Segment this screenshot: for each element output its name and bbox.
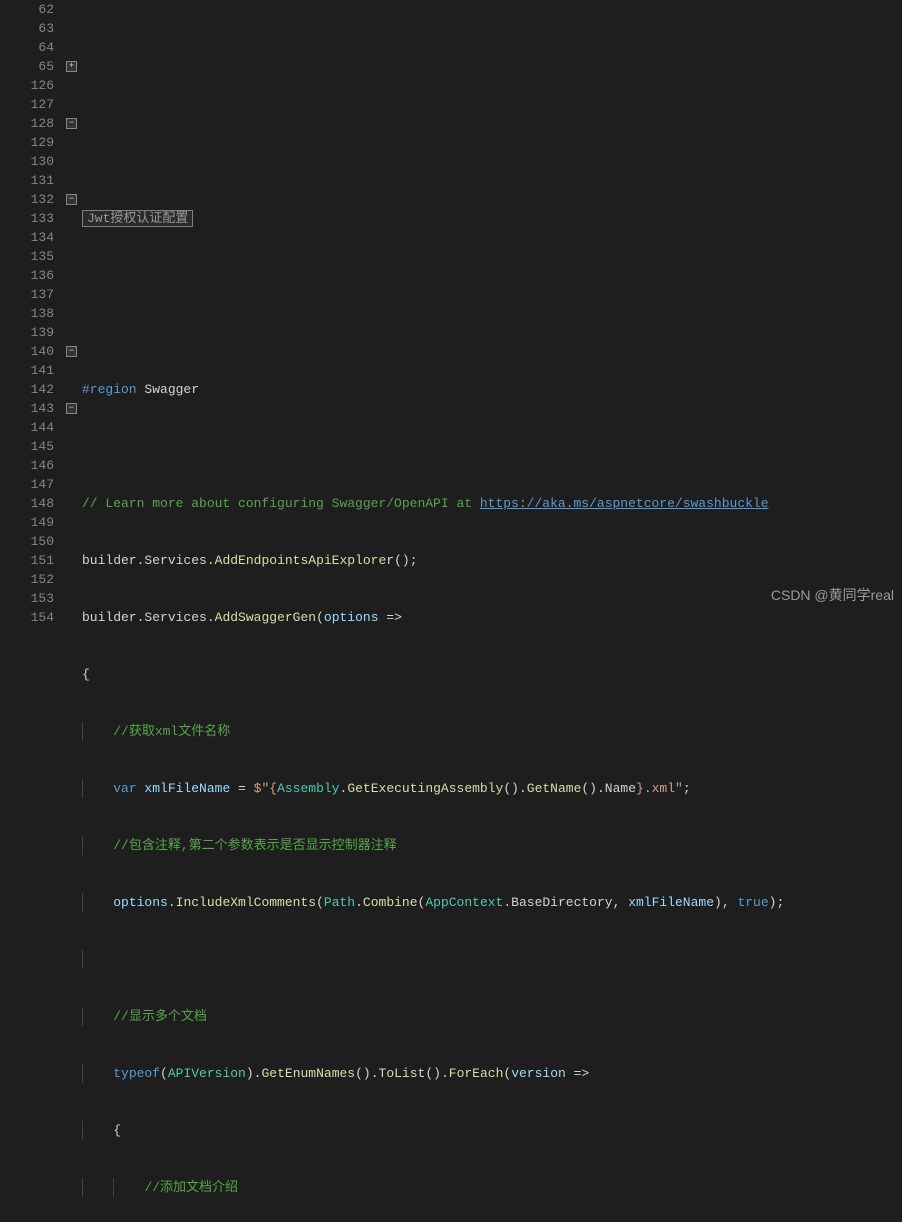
- line-number: 153: [0, 589, 54, 608]
- line-number: 132: [0, 190, 54, 209]
- line-number: 140: [0, 342, 54, 361]
- line-number: 130: [0, 152, 54, 171]
- fold-column: + − − − −: [64, 0, 82, 611]
- line-number: 151: [0, 551, 54, 570]
- line-number: 133: [0, 209, 54, 228]
- line-number: 146: [0, 456, 54, 475]
- comment: //包含注释,第二个参数表示是否显示控制器注释: [113, 838, 396, 853]
- line-number: 129: [0, 133, 54, 152]
- watermark: CSDN @黄同学real: [771, 586, 894, 605]
- url-link[interactable]: https://aka.ms/aspnetcore/swashbuckle: [480, 496, 769, 511]
- line-number: 135: [0, 247, 54, 266]
- line-number: 141: [0, 361, 54, 380]
- line-number: 139: [0, 323, 54, 342]
- line-number: 65: [0, 57, 54, 76]
- fold-collapse-icon[interactable]: −: [66, 118, 77, 129]
- line-number: 138: [0, 304, 54, 323]
- line-number: 148: [0, 494, 54, 513]
- line-number: 145: [0, 437, 54, 456]
- line-number: 147: [0, 475, 54, 494]
- line-number: 62: [0, 0, 54, 19]
- line-number: 126: [0, 76, 54, 95]
- line-number: 144: [0, 418, 54, 437]
- line-number: 142: [0, 380, 54, 399]
- fold-expand-icon[interactable]: +: [66, 61, 77, 72]
- line-number: 143: [0, 399, 54, 418]
- line-number-gutter: 62 63 64 65 126 127 128 129 130 131 132 …: [0, 0, 64, 611]
- comment: // Learn more about configuring Swagger/…: [82, 496, 480, 511]
- line-number: 131: [0, 171, 54, 190]
- line-number: 63: [0, 19, 54, 38]
- fold-collapse-icon[interactable]: −: [66, 403, 77, 414]
- comment: //添加文档介绍: [144, 1180, 238, 1195]
- region-keyword: #region: [82, 382, 137, 397]
- line-number: 136: [0, 266, 54, 285]
- collapsed-region[interactable]: Jwt授权认证配置: [82, 210, 193, 227]
- line-number: 134: [0, 228, 54, 247]
- code-content[interactable]: Jwt授权认证配置 #region Swagger // Learn more …: [82, 0, 902, 611]
- line-number: 127: [0, 95, 54, 114]
- line-number: 150: [0, 532, 54, 551]
- fold-collapse-icon[interactable]: −: [66, 194, 77, 205]
- line-number: 128: [0, 114, 54, 133]
- line-number: 152: [0, 570, 54, 589]
- comment: //显示多个文档: [113, 1009, 207, 1024]
- line-number: 137: [0, 285, 54, 304]
- code-editor: 62 63 64 65 126 127 128 129 130 131 132 …: [0, 0, 902, 611]
- fold-collapse-icon[interactable]: −: [66, 346, 77, 357]
- line-number: 149: [0, 513, 54, 532]
- line-number: 64: [0, 38, 54, 57]
- comment: //获取xml文件名称: [113, 724, 230, 739]
